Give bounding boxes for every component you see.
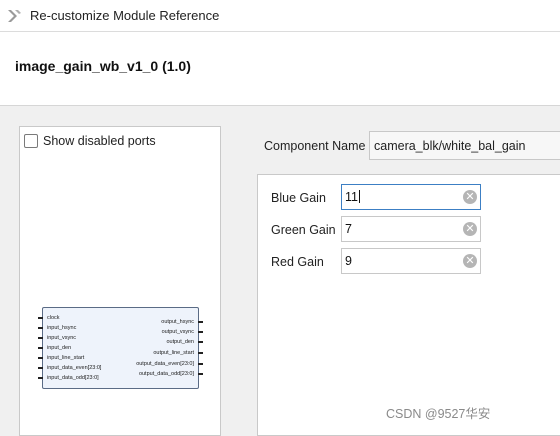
output-port: output_data_odd[23:0] — [138, 371, 194, 377]
input-pin — [38, 367, 43, 369]
symbol-panel: Show disabled ports clock input_hsync in… — [19, 126, 221, 436]
red-gain-input[interactable]: 9 ✕ — [341, 248, 481, 274]
green-gain-value: 7 — [345, 222, 352, 236]
clear-icon[interactable]: ✕ — [463, 222, 477, 236]
green-gain-input[interactable]: 7 ✕ — [341, 216, 481, 242]
input-pin — [38, 337, 43, 339]
output-port: output_data_even[23:0] — [136, 361, 194, 367]
component-name-field[interactable]: camera_blk/white_bal_gain — [369, 131, 560, 160]
show-disabled-ports-toggle[interactable]: Show disabled ports — [24, 134, 156, 148]
output-pin — [198, 352, 203, 354]
clear-icon[interactable]: ✕ — [463, 254, 477, 268]
input-port: input_hsync — [47, 325, 77, 331]
output-pin — [198, 363, 203, 365]
input-port: input_den — [47, 345, 72, 351]
red-gain-label: Red Gain — [271, 255, 324, 269]
output-port: output_den — [166, 339, 194, 345]
output-pin — [198, 331, 203, 333]
window-title: Re-customize Module Reference — [30, 8, 220, 23]
green-gain-label: Green Gain — [271, 223, 336, 237]
blue-gain-input[interactable]: 11 ✕ — [341, 184, 481, 210]
dialog-header: image_gain_wb_v1_0 (1.0) — [0, 32, 560, 106]
output-pin — [198, 321, 203, 323]
window-titlebar: Re-customize Module Reference — [0, 0, 560, 32]
input-pin — [38, 377, 43, 379]
input-port: clock — [47, 315, 60, 321]
text-caret — [358, 190, 360, 203]
show-disabled-ports-label: Show disabled ports — [43, 134, 156, 148]
input-pin — [38, 357, 43, 359]
output-port: output_line_start — [153, 350, 194, 356]
output-pin — [198, 341, 203, 343]
input-pin — [38, 327, 43, 329]
input-pin — [38, 347, 43, 349]
output-port: output_vsync — [161, 329, 194, 335]
blue-gain-value: 11 — [345, 190, 358, 204]
output-pin — [198, 373, 203, 375]
module-symbol: clock input_hsync input_vsync input_den … — [38, 307, 203, 389]
clear-icon[interactable]: ✕ — [463, 190, 477, 204]
input-pin — [38, 317, 43, 319]
vivado-logo-icon — [8, 10, 21, 22]
module-name: image_gain_wb_v1_0 (1.0) — [15, 58, 191, 74]
component-name-label: Component Name — [264, 139, 366, 153]
parameters-panel: Blue Gain 11 ✕ Green Gain 7 ✕ Red Gain 9… — [257, 174, 560, 436]
red-gain-value: 9 — [345, 254, 352, 268]
output-port: output_hsync — [161, 319, 194, 325]
input-port: input_data_odd[23:0] — [47, 375, 99, 381]
input-port: input_vsync — [47, 335, 77, 341]
input-port: input_line_start — [47, 355, 85, 361]
show-disabled-ports-checkbox[interactable] — [24, 134, 38, 148]
input-port: input_data_even[23:0] — [47, 365, 102, 371]
watermark: CSDN @9527华安 — [386, 407, 491, 421]
blue-gain-label: Blue Gain — [271, 191, 326, 205]
